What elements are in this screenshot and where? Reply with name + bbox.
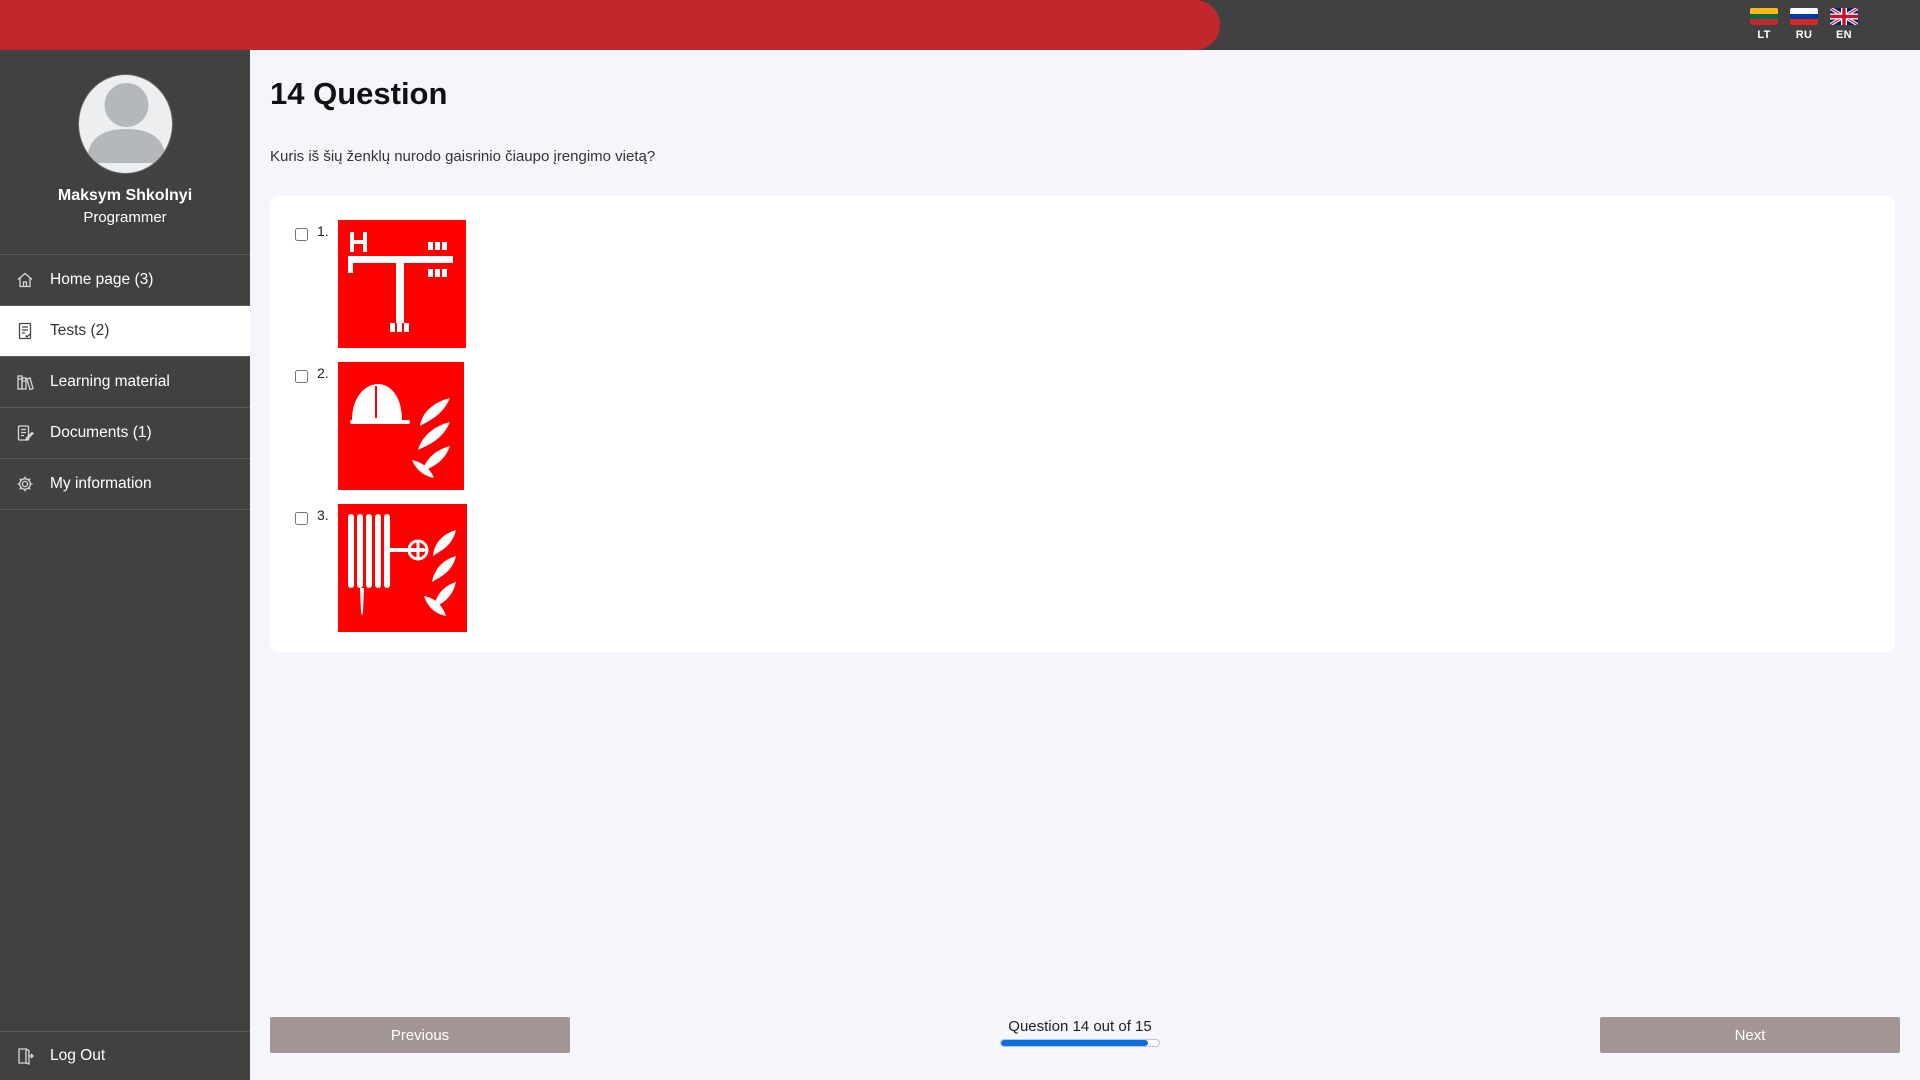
main-content: 14 Question Kuris iš šių ženklų nurodo g…: [250, 50, 1920, 1080]
logout-icon: [15, 1046, 35, 1066]
page-title: 14 Question: [270, 76, 448, 111]
russia-flag-icon: [1790, 8, 1818, 25]
fire-hydrant-sign-icon[interactable]: [338, 220, 466, 348]
answer-number: 3.: [317, 507, 329, 523]
sidebar-item-learning-material[interactable]: Learning material: [0, 357, 250, 408]
sidebar-item-label: Home page (3): [50, 271, 154, 288]
uk-flag-icon: [1830, 8, 1858, 25]
sidebar-item-my-information[interactable]: My information: [0, 459, 250, 510]
sidebar-item-label: Tests (2): [50, 322, 110, 339]
answer-option-3: 3.: [295, 504, 467, 632]
answer-checkbox-3[interactable]: [295, 512, 308, 525]
top-bar-accent: [0, 0, 1220, 50]
gear-icon: [15, 474, 35, 494]
language-ru[interactable]: RU: [1790, 8, 1818, 41]
language-code: RU: [1795, 29, 1813, 41]
user-role: Programmer: [83, 209, 167, 226]
sidebar-item-documents[interactable]: Documents (1): [0, 408, 250, 459]
sidebar-item-home[interactable]: Home page (3): [0, 255, 250, 306]
user-name: Maksym Shkolnyi: [57, 187, 193, 204]
language-lt[interactable]: LT: [1750, 8, 1778, 41]
language-en[interactable]: EN: [1830, 8, 1858, 41]
next-button[interactable]: Next: [1600, 1017, 1900, 1053]
sidebar-item-label: Learning material: [50, 373, 170, 390]
answer-checkbox-1[interactable]: [295, 228, 308, 241]
top-bar: LT RU EN: [0, 0, 1920, 50]
books-icon: [15, 372, 35, 392]
sidebar-item-label: My information: [50, 475, 152, 492]
answers-card: 1. 2. 3.: [270, 196, 1895, 652]
answer-option-1: 1.: [295, 220, 466, 348]
sidebar-item-label: Documents (1): [50, 424, 152, 441]
sidebar-item-tests[interactable]: Tests (2): [0, 306, 250, 357]
lithuania-flag-icon: [1750, 8, 1778, 25]
language-code: EN: [1836, 29, 1852, 41]
home-icon: [15, 270, 35, 290]
previous-button[interactable]: Previous: [270, 1017, 570, 1053]
test-document-icon: [15, 321, 35, 341]
sidebar-nav: Home page (3) Tests (2) Learning materia…: [0, 255, 250, 510]
fire-hose-reel-sign-icon[interactable]: [338, 504, 467, 632]
logout-label: Log Out: [50, 1047, 106, 1064]
logout-button[interactable]: Log Out: [0, 1031, 250, 1080]
document-edit-icon: [15, 423, 35, 443]
progress-bar-fill: [1001, 1040, 1149, 1046]
user-avatar-icon: [77, 74, 173, 174]
sidebar: Maksym Shkolnyi Programmer Home page (3)…: [0, 50, 250, 1080]
language-code: LT: [1757, 29, 1771, 41]
question-text: Kuris iš šių ženklų nurodo gaisrinio čia…: [270, 148, 656, 165]
user-profile: Maksym Shkolnyi Programmer: [0, 50, 250, 255]
answer-checkbox-2[interactable]: [295, 370, 308, 383]
answer-number: 2.: [317, 365, 329, 381]
progress-bar: [1000, 1039, 1160, 1047]
question-progress: Question 14 out of 15: [1000, 1018, 1160, 1047]
firefighter-helmet-fire-sign-icon[interactable]: [338, 362, 464, 490]
progress-label: Question 14 out of 15: [1008, 1018, 1152, 1035]
language-switcher: LT RU EN: [1750, 8, 1858, 41]
answer-option-2: 2.: [295, 362, 464, 490]
answer-number: 1.: [317, 223, 329, 239]
